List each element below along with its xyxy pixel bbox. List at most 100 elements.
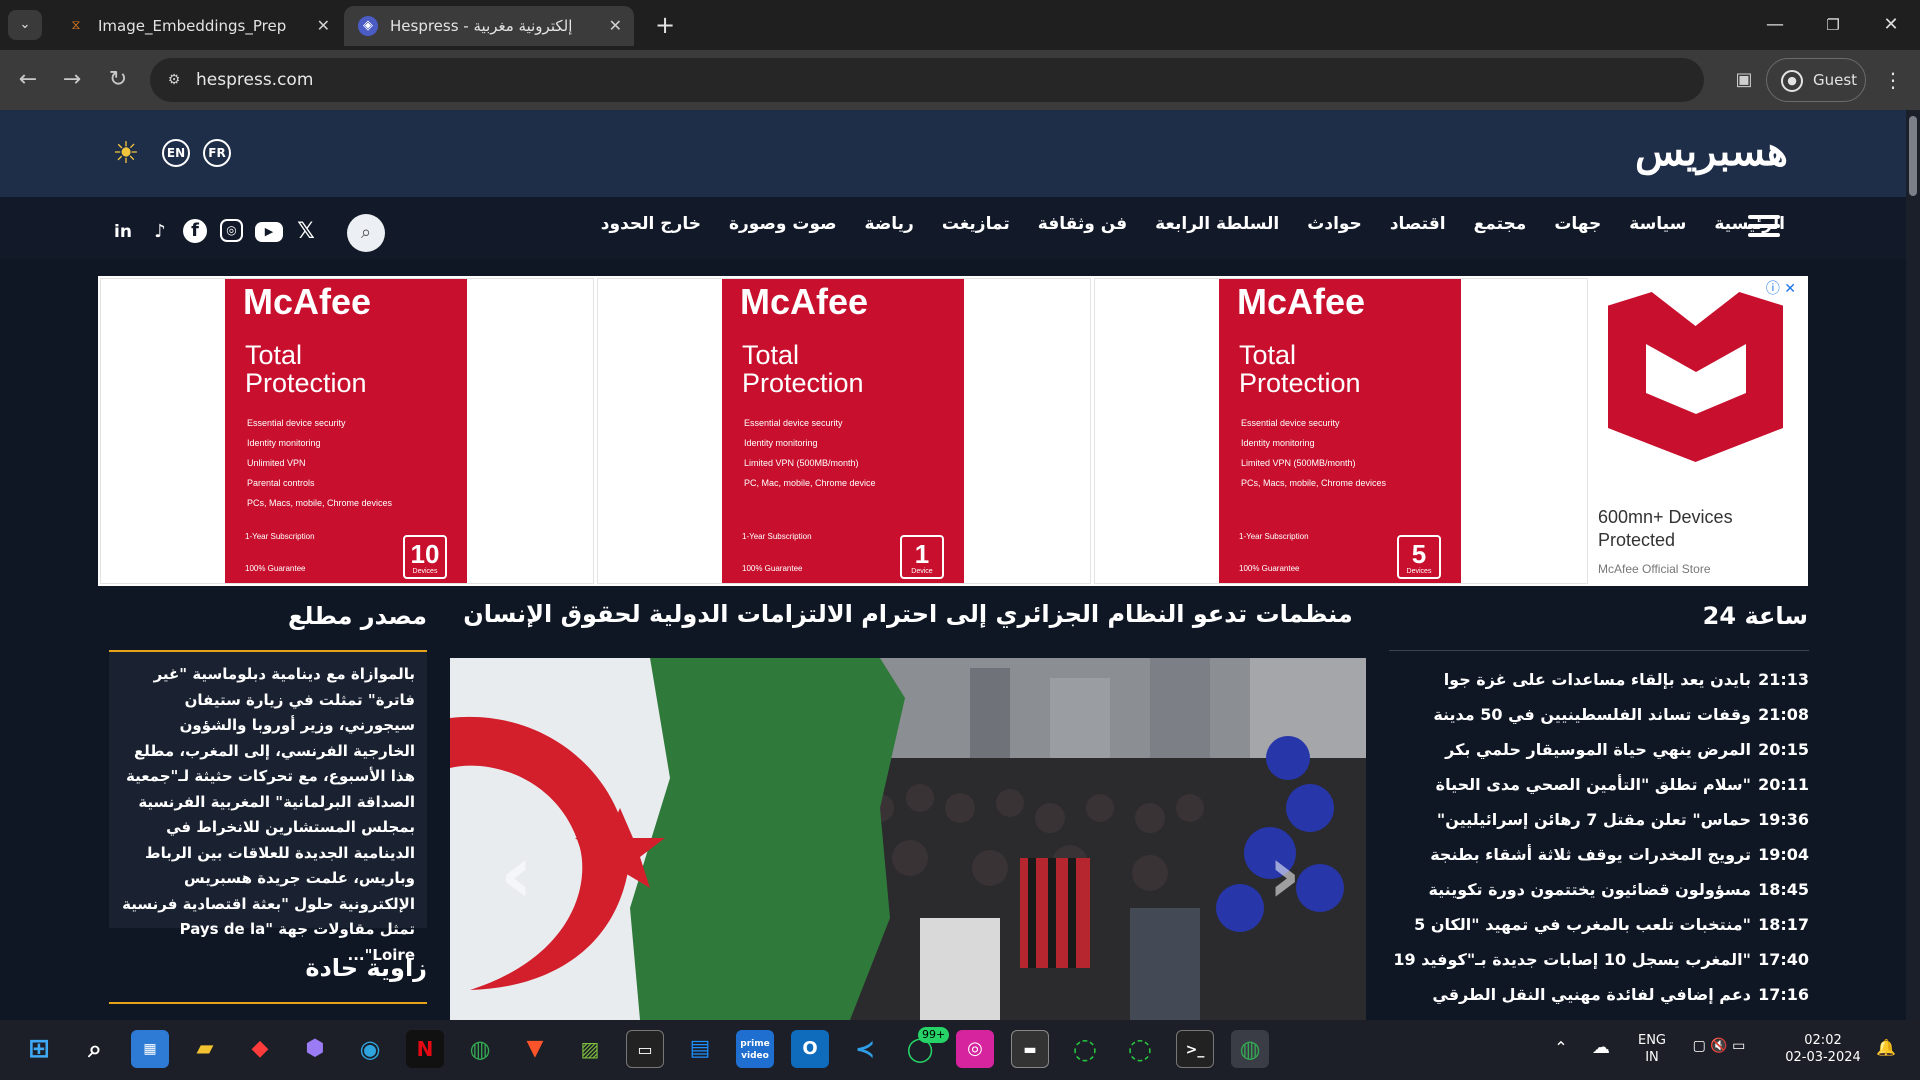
side-panel-icon[interactable]: ▣ — [1726, 62, 1762, 98]
image-viewer-icon[interactable]: ▨ — [571, 1030, 609, 1068]
restore-window-button[interactable]: ❐ — [1810, 8, 1856, 42]
youtube-icon[interactable]: ▶ — [255, 222, 283, 242]
search-icon[interactable]: ⌕ — [347, 214, 385, 252]
windows-app-icon[interactable]: ▤ — [681, 1030, 719, 1068]
feature-image[interactable]: ‹ › — [450, 658, 1366, 1020]
instagram-icon[interactable]: ◎ — [220, 219, 243, 242]
language-fr-button[interactable]: FR — [203, 139, 231, 167]
list-item[interactable]: 21:08 وقفات تساند الفلسطينيين في 50 مدينة — [1389, 705, 1809, 740]
facebook-icon[interactable]: f — [183, 219, 207, 243]
file-explorer-icon[interactable]: ▰ — [186, 1030, 224, 1068]
theme-toggle-sun-icon[interactable]: ☀ — [110, 138, 142, 170]
browser-tab-jupyter[interactable]: ⧖ Image_Embeddings_Prep - Jupyter ✕ — [52, 6, 342, 46]
ad-brand-panel[interactable]: 600mn+ Devices Protected McAfee Official … — [1598, 278, 1806, 584]
app-red-diamond-icon[interactable]: ◆ — [241, 1030, 279, 1068]
virtual-machine-icon[interactable]: ▬ — [1011, 1030, 1049, 1068]
tab-search-chevron-icon[interactable]: ⌄ — [8, 10, 42, 40]
linkedin-icon[interactable]: in — [110, 219, 136, 245]
nav-item-regions[interactable]: جهات — [1554, 214, 1601, 234]
profile-button[interactable]: ● Guest — [1766, 58, 1866, 102]
nav-item-sports[interactable]: رياضة — [865, 214, 914, 234]
list-item[interactable]: 19:04 ترويج المخدرات يوقف ثلاثة أشقاء بطن… — [1389, 845, 1809, 880]
search-icon[interactable]: ⌕ — [76, 1030, 114, 1068]
device-count-badge: 10 Devices — [403, 535, 447, 579]
browser-toolbar: ← → ↻ ⚙ hespress.com ▣ ● Guest ⋮ — [0, 50, 1920, 110]
prime-video-icon[interactable]: prime video — [736, 1030, 774, 1068]
nav-item-politics[interactable]: سياسة — [1629, 214, 1686, 234]
list-item[interactable]: 18:45 مسؤولون قضائيون يختتمون دورة تكويني… — [1389, 880, 1809, 915]
list-item[interactable]: 17:16 دعم إضافي لفائدة مهنيي النقل الطرقي — [1389, 985, 1809, 1020]
brave-icon[interactable]: ▼ — [516, 1030, 554, 1068]
news-time: 19:36 — [1758, 810, 1809, 829]
nav-item-society[interactable]: مجتمع — [1474, 214, 1527, 234]
site-logo[interactable]: هسبريس — [1635, 128, 1789, 175]
list-item[interactable]: 18:17 5 منتخبات تلعب بالمغرب في تمهيد "ال… — [1389, 915, 1809, 950]
back-icon[interactable]: ← — [10, 62, 46, 98]
forward-icon[interactable]: → — [54, 62, 90, 98]
show-hidden-icons-chevron-icon[interactable]: ⌃ — [1546, 1038, 1576, 1057]
ad-panel[interactable]: McAfee Total Protection Essential device … — [100, 278, 594, 584]
news-headline: دعم إضافي لفائدة مهنيي النقل الطرقي — [1432, 985, 1751, 1004]
chrome-active-icon[interactable]: ◍ — [1231, 1030, 1269, 1068]
nav-item-media[interactable]: صوت وصورة — [729, 214, 837, 234]
ad-claim: 600mn+ Devices Protected — [1598, 507, 1733, 550]
terminal-icon[interactable]: >_ — [1176, 1030, 1214, 1068]
windows-start-icon[interactable]: ⊞ — [20, 1030, 58, 1068]
source-article-card[interactable]: بالموازاة مع دينامية دبلوماسية "غير فاتر… — [109, 652, 427, 964]
list-item[interactable]: 17:40 المغرب يسجل 10 إصابات جديدة بـ"كوفي… — [1389, 950, 1809, 985]
list-item[interactable]: 19:36 "حماس" تعلن مقتل 7 رهائن إسرائيليين — [1389, 810, 1809, 845]
list-item[interactable]: 21:13 بايدن يعد بإلقاء مساعدات على غزة جو… — [1389, 670, 1809, 705]
nav-item-culture[interactable]: فن وثقافة — [1038, 214, 1127, 234]
input-language-indicator[interactable]: ENG IN — [1632, 1032, 1672, 1066]
nav-item-tamazight[interactable]: تمازيغت — [942, 214, 1010, 234]
news-time: 18:17 — [1758, 915, 1809, 934]
instagram-app-icon[interactable]: ◎ — [956, 1030, 994, 1068]
close-window-button[interactable]: ✕ — [1868, 8, 1914, 42]
adchoices-close-icon[interactable]: ⓘ ✕ — [1766, 278, 1796, 298]
site-info-icon[interactable]: ⚙ — [164, 70, 184, 90]
store-icon[interactable]: ▦ — [131, 1030, 169, 1068]
previous-slide-icon[interactable]: ‹ — [500, 828, 533, 921]
nav-items-container: الرئيسية سياسة جهات مجتمع اقتصاد حوادث ا… — [585, 197, 1785, 259]
nav-item-economy[interactable]: اقتصاد — [1390, 214, 1446, 234]
page-scrollbar[interactable] — [1906, 110, 1920, 1020]
nav-item-incidents[interactable]: حوادث — [1307, 214, 1362, 234]
browser-menu-icon[interactable]: ⋮ — [1878, 62, 1908, 98]
netflix-icon[interactable]: N — [406, 1030, 444, 1068]
close-tab-icon[interactable]: ✕ — [609, 6, 622, 46]
network-volume-battery-icon[interactable]: ▢ 🔇 ▭ — [1684, 1038, 1754, 1054]
ad-panel[interactable]: McAfee Total Protection Essential device … — [597, 278, 1091, 584]
nav-item-home[interactable]: الرئيسية — [1714, 214, 1785, 234]
nav-item-abroad[interactable]: خارج الحدود — [601, 214, 701, 234]
list-item[interactable]: 20:11 سلام تطلق "التأمين الصحي مدى الحياة… — [1389, 775, 1809, 810]
nav-item-fourth-estate[interactable]: السلطة الرابعة — [1155, 214, 1279, 234]
tiktok-icon[interactable]: ♪ — [147, 219, 173, 245]
new-tab-button[interactable]: + — [650, 10, 680, 40]
list-item[interactable]: 20:15 المرض ينهي حياة الموسيقار حلمي بكر — [1389, 740, 1809, 775]
loader-app-icon[interactable]: ◌ — [1066, 1030, 1104, 1068]
clock[interactable]: 02:02 02-03-2024 — [1778, 1032, 1868, 1066]
reload-icon[interactable]: ↻ — [100, 62, 136, 98]
outlook-icon[interactable]: O — [791, 1030, 829, 1068]
next-slide-icon[interactable]: › — [1268, 828, 1301, 921]
notification-bell-icon[interactable]: 🔔 — [1874, 1038, 1898, 1057]
edge-icon[interactable]: ◉ — [351, 1030, 389, 1068]
loader-app-icon[interactable]: ◌ — [1121, 1030, 1159, 1068]
ad-panel[interactable]: McAfee Total Protection Essential device … — [1094, 278, 1588, 584]
feature-headline[interactable]: منظمات تدعو النظام الجزائري إلى احترام ا… — [450, 600, 1366, 628]
copilot-icon[interactable]: ⬢ — [296, 1030, 334, 1068]
address-bar[interactable]: ⚙ hespress.com — [150, 58, 1704, 102]
advertisement-banner[interactable]: McAfee Total Protection Essential device … — [98, 276, 1808, 586]
terminal-icon[interactable]: ▭ — [626, 1030, 664, 1068]
minimize-window-button[interactable]: — — [1752, 8, 1798, 42]
browser-tab-hespress[interactable]: ◈ Hespress - جريدة إلكترونية مغربية ✕ — [344, 6, 634, 46]
close-tab-icon[interactable]: ✕ — [317, 6, 330, 46]
language-en-button[interactable]: EN — [162, 139, 190, 167]
vscode-icon[interactable]: ≺ — [846, 1030, 884, 1068]
x-icon[interactable]: 𝕏 — [293, 219, 319, 245]
onedrive-cloud-icon[interactable]: ☁ — [1586, 1037, 1616, 1058]
source-article-text: بالموازاة مع دينامية دبلوماسية "غير فاتر… — [122, 665, 415, 964]
product-box: McAfee Total Protection Essential device … — [722, 279, 964, 583]
protest-photo — [450, 658, 1366, 1020]
chrome-icon[interactable]: ◍ — [461, 1030, 499, 1068]
